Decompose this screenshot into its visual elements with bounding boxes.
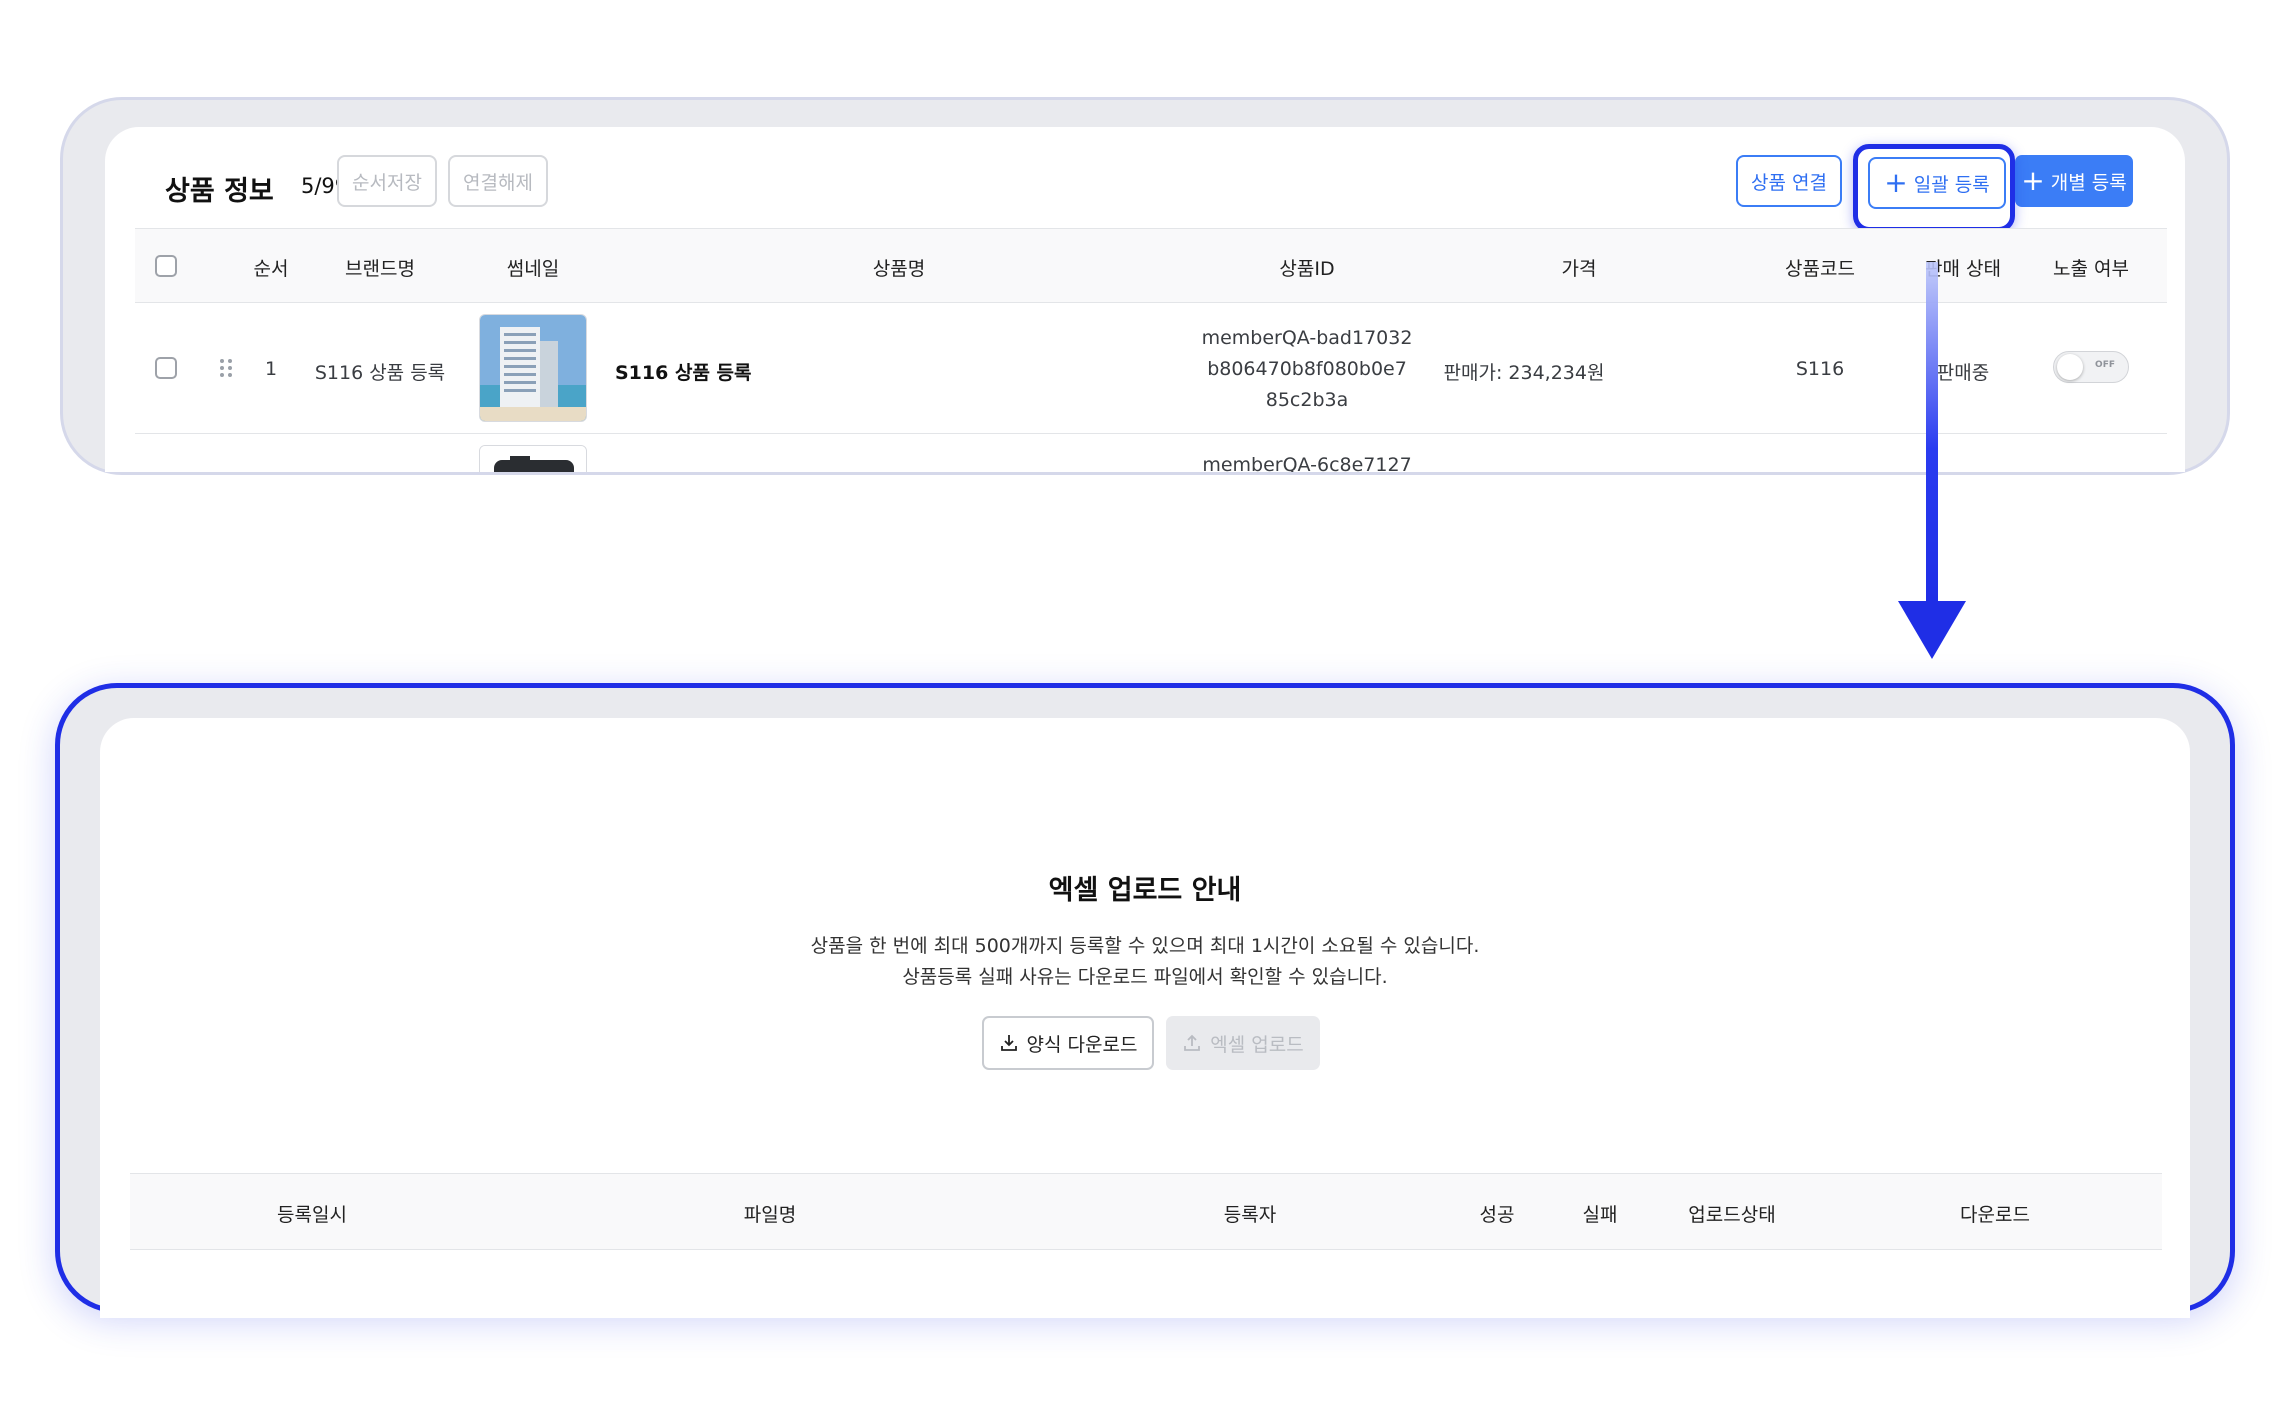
row-order: 1 (264, 358, 278, 380)
save-order-button[interactable]: 순서저장 (337, 155, 437, 207)
download-icon (1000, 1035, 1017, 1051)
unlink-button[interactable]: 연결해제 (448, 155, 548, 207)
product-thumbnail (479, 445, 587, 472)
single-register-button[interactable]: + 개별 등록 (2015, 155, 2133, 207)
product-id-line: 85c2b3a (1265, 389, 1349, 411)
row-checkbox[interactable] (155, 357, 177, 379)
excel-guide-description: 상품을 한 번에 최대 500개까지 등록할 수 있으며 최대 1시간이 소요될… (810, 935, 1480, 957)
column-header: 순서 (253, 258, 289, 280)
column-header: 가격 (1561, 258, 1597, 280)
upload-history-table-header: 등록일시 파일명 등록자 성공 실패 업로드상태 다운로드 (130, 1173, 2162, 1250)
excel-upload-label: 엑셀 업로드 (1210, 1033, 1304, 1056)
product-info-card: 상품 정보 5/99 순서저장 연결해제 상품 연결 + 일괄 등록 + 개별 … (105, 127, 2185, 472)
product-id-line: memberQA-6c8e7127 (1202, 454, 1412, 472)
bulk-register-highlight (1853, 144, 2015, 232)
column-header: 상품ID (1279, 258, 1335, 280)
product-thumbnail (479, 314, 587, 422)
product-panel-frame: 상품 정보 5/99 순서저장 연결해제 상품 연결 + 일괄 등록 + 개별 … (60, 97, 2230, 475)
arrow-down-icon (1898, 601, 1966, 659)
template-download-button[interactable]: 양식 다운로드 (982, 1016, 1154, 1070)
section-title: 상품 정보 (165, 176, 274, 207)
table-row[interactable]: 1 S116 상품 등록 S116 상품 등록 memberQA-bad1703… (135, 303, 2167, 434)
row-brand: S116 상품 등록 (314, 362, 446, 384)
toggle-state-label: OFF (2095, 360, 2115, 370)
excel-upload-card: 엑셀 업로드 안내 상품을 한 번에 최대 500개까지 등록할 수 있으며 최… (100, 718, 2190, 1318)
visibility-toggle[interactable]: OFF (2053, 351, 2129, 383)
column-header: 상품코드 (1785, 258, 1855, 280)
upload-icon (1184, 1034, 1201, 1051)
column-header: 다운로드 (1960, 1204, 2030, 1226)
product-id-line: b806470b8f080b0e7 (1207, 358, 1407, 380)
column-header: 등록일시 (277, 1204, 347, 1226)
plus-icon: + (2021, 164, 2045, 197)
select-all-checkbox[interactable] (155, 255, 177, 277)
excel-guide-description: 상품등록 실패 사유는 다운로드 파일에서 확인할 수 있습니다. (902, 966, 1388, 988)
excel-upload-frame: 엑셀 업로드 안내 상품을 한 번에 최대 500개까지 등록할 수 있으며 최… (55, 683, 2235, 1318)
column-header: 파일명 (743, 1204, 797, 1226)
column-header: 성공 (1479, 1204, 1515, 1226)
product-table-header: 순서 브랜드명 썸네일 상품명 상품ID 가격 상품코드 판매 상태 노출 여부 (135, 228, 2167, 303)
column-header: 노출 여부 (2053, 258, 2129, 280)
product-id-line: memberQA-bad17032 (1201, 327, 1413, 349)
product-price: 판매가: 234,234원 (1443, 362, 1605, 384)
drag-handle-icon[interactable] (220, 359, 234, 379)
excel-guide-title: 엑셀 업로드 안내 (1048, 875, 1242, 906)
product-name-link[interactable]: S116 상품 등록 (615, 358, 752, 385)
excel-upload-button[interactable]: 엑셀 업로드 (1166, 1016, 1320, 1070)
column-header: 상품명 (872, 258, 926, 280)
product-code: S116 (1795, 358, 1845, 380)
table-row[interactable]: memberQA-6c8e7127 (135, 434, 2167, 472)
sale-status: 판매중 (1936, 362, 1990, 384)
column-header: 브랜드명 (345, 258, 415, 280)
column-header: 실패 (1582, 1204, 1618, 1226)
link-product-button[interactable]: 상품 연결 (1736, 155, 1842, 207)
column-header: 업로드상태 (1688, 1204, 1776, 1226)
single-register-label: 개별 등록 (2050, 171, 2127, 194)
template-download-label: 양식 다운로드 (1026, 1033, 1138, 1056)
connector-line (1926, 262, 1938, 602)
column-header: 등록자 (1223, 1204, 1277, 1226)
column-header: 썸네일 (506, 258, 560, 280)
